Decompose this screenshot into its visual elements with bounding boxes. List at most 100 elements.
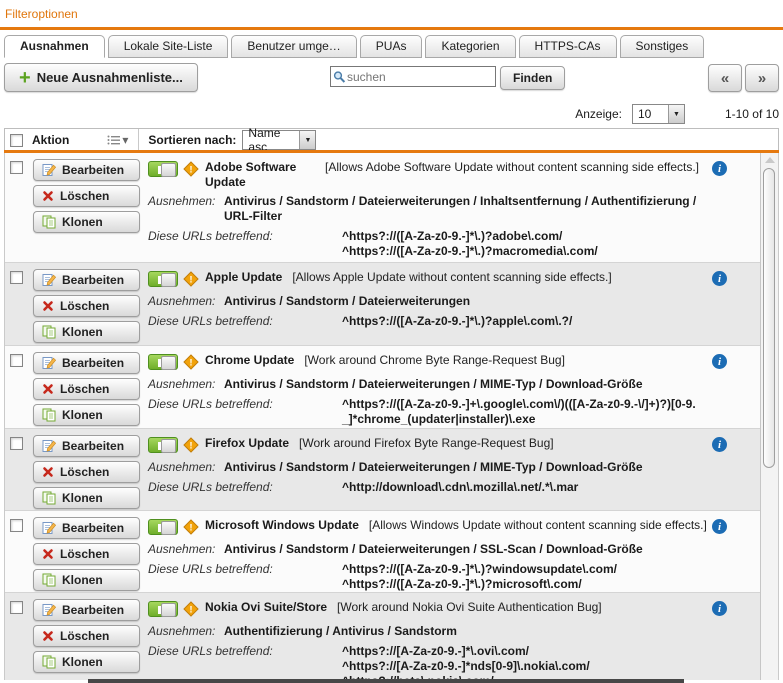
clone-button[interactable]: Klonen (33, 404, 140, 426)
find-button[interactable]: Finden (500, 66, 565, 90)
delete-button[interactable]: Löschen (33, 378, 140, 400)
search-box[interactable] (330, 66, 496, 87)
url-list: ^https?://([A-Za-z0-9.-]+\.google\.com\/… (342, 397, 700, 427)
url-pattern: ^https?://([A-Za-z0-9.-]*\.)?macromedia\… (342, 244, 700, 259)
url-list: ^https?://([A-Za-z0-9.-]*\.)?apple\.com\… (342, 314, 700, 329)
table-row: Bearbeiten Löschen (5, 262, 760, 345)
exempt-value: Antivirus / Sandstorm / Dateierweiterung… (224, 377, 700, 392)
clone-button[interactable]: Klonen (33, 211, 140, 233)
header-divider (0, 27, 783, 30)
urls-label: Diese URLs betreffend: (148, 397, 342, 427)
enabled-toggle[interactable] (148, 601, 178, 617)
svg-text:!: ! (190, 165, 193, 175)
new-exception-list-button[interactable]: + Neue Ausnahmenliste... (4, 63, 198, 92)
exempt-value: Antivirus / Sandstorm / Dateierweiterung… (224, 542, 700, 557)
delete-button[interactable]: Löschen (33, 543, 140, 565)
url-list: ^https?://([A-Za-z0-9.-]*\.)?adobe\.com/… (342, 229, 700, 259)
action-menu-button[interactable]: ▾ (107, 133, 128, 147)
svg-text:!: ! (190, 358, 193, 368)
tab-puas[interactable]: PUAs (360, 35, 423, 58)
delete-x-icon (42, 548, 54, 560)
exception-name: Chrome Update (205, 353, 294, 368)
scrollbar-thumb[interactable] (763, 168, 775, 468)
warning-icon: ! (183, 354, 199, 370)
url-pattern: ^https?://[A-Za-z0-9.-]*nds[0-9]\.nokia\… (342, 659, 700, 674)
delete-label: Löschen (60, 547, 109, 561)
vertical-scrollbar[interactable] (760, 153, 778, 680)
clone-label: Klonen (62, 408, 103, 422)
svg-text:!: ! (190, 523, 193, 533)
bottom-edge-bar (88, 679, 684, 683)
delete-label: Löschen (60, 465, 109, 479)
clone-icon (42, 491, 56, 505)
delete-button[interactable]: Löschen (33, 625, 140, 647)
tab-benutzer-umgehung[interactable]: Benutzer umge… (231, 35, 356, 58)
info-icon[interactable]: i (712, 601, 727, 616)
edit-button[interactable]: Bearbeiten (33, 352, 140, 374)
delete-button[interactable]: Löschen (33, 295, 140, 317)
tab-ausnahmen[interactable]: Ausnahmen (4, 35, 105, 58)
row-checkbox[interactable] (10, 519, 23, 532)
edit-label: Bearbeiten (62, 439, 124, 453)
search-icon (333, 70, 346, 84)
edit-button[interactable]: Bearbeiten (33, 269, 140, 291)
tab-kategorien[interactable]: Kategorien (425, 35, 515, 58)
delete-button[interactable]: Löschen (33, 185, 140, 207)
delete-x-icon (42, 383, 54, 395)
edit-icon (42, 521, 56, 535)
search-area: Finden (330, 66, 565, 90)
info-icon[interactable]: i (712, 271, 727, 286)
edit-icon (42, 163, 56, 177)
table-row: Bearbeiten Löschen (5, 592, 760, 680)
url-pattern: ^https?://[A-Za-z0-9.-]*\.ovi\.com/ (342, 644, 700, 659)
row-checkbox[interactable] (10, 437, 23, 450)
clone-icon (42, 655, 56, 669)
page-size-select[interactable]: 10 ▼ (632, 104, 685, 124)
clone-icon (42, 215, 56, 229)
edit-button[interactable]: Bearbeiten (33, 435, 140, 457)
clone-label: Klonen (62, 573, 103, 587)
prev-page-button[interactable]: « (708, 64, 742, 92)
list-icon (107, 135, 120, 145)
enabled-toggle[interactable] (148, 161, 178, 177)
clone-label: Klonen (62, 655, 103, 669)
info-icon[interactable]: i (712, 354, 727, 369)
urls-label: Diese URLs betreffend: (148, 562, 342, 592)
row-checkbox[interactable] (10, 161, 23, 174)
edit-label: Bearbeiten (62, 163, 124, 177)
clone-button[interactable]: Klonen (33, 569, 140, 591)
exception-list: Bearbeiten Löschen (4, 153, 779, 680)
select-all-checkbox[interactable] (10, 134, 23, 147)
edit-label: Bearbeiten (62, 273, 124, 287)
enabled-toggle[interactable] (148, 519, 178, 535)
clone-button[interactable]: Klonen (33, 487, 140, 509)
exception-description: [Work around Chrome Byte Range-Request B… (304, 353, 565, 368)
sort-select[interactable]: Name asc ▼ (242, 130, 316, 150)
info-icon[interactable]: i (712, 161, 727, 176)
exception-description: [Allows Windows Update without content s… (369, 518, 707, 533)
clone-button[interactable]: Klonen (33, 651, 140, 673)
info-icon[interactable]: i (712, 519, 727, 534)
info-icon[interactable]: i (712, 437, 727, 452)
search-input[interactable] (347, 68, 493, 85)
edit-button[interactable]: Bearbeiten (33, 599, 140, 621)
enabled-toggle[interactable] (148, 271, 178, 287)
delete-button[interactable]: Löschen (33, 461, 140, 483)
clone-button[interactable]: Klonen (33, 321, 140, 343)
page-title: Filteroptionen (5, 7, 78, 21)
table-row: Bearbeiten Löschen (5, 428, 760, 510)
row-checkbox[interactable] (10, 601, 23, 614)
tab-https-cas[interactable]: HTTPS-CAs (519, 35, 617, 58)
next-page-button[interactable]: » (745, 64, 779, 92)
tab-sonstiges[interactable]: Sonstiges (620, 35, 705, 58)
row-checkbox[interactable] (10, 354, 23, 367)
edit-button[interactable]: Bearbeiten (33, 159, 140, 181)
exempt-label: Ausnehmen: (148, 194, 224, 224)
tab-lokale-site-liste[interactable]: Lokale Site-Liste (108, 35, 229, 58)
edit-button[interactable]: Bearbeiten (33, 517, 140, 539)
scroll-up-icon[interactable] (765, 157, 775, 163)
enabled-toggle[interactable] (148, 354, 178, 370)
edit-label: Bearbeiten (62, 521, 124, 535)
enabled-toggle[interactable] (148, 437, 178, 453)
row-checkbox[interactable] (10, 271, 23, 284)
